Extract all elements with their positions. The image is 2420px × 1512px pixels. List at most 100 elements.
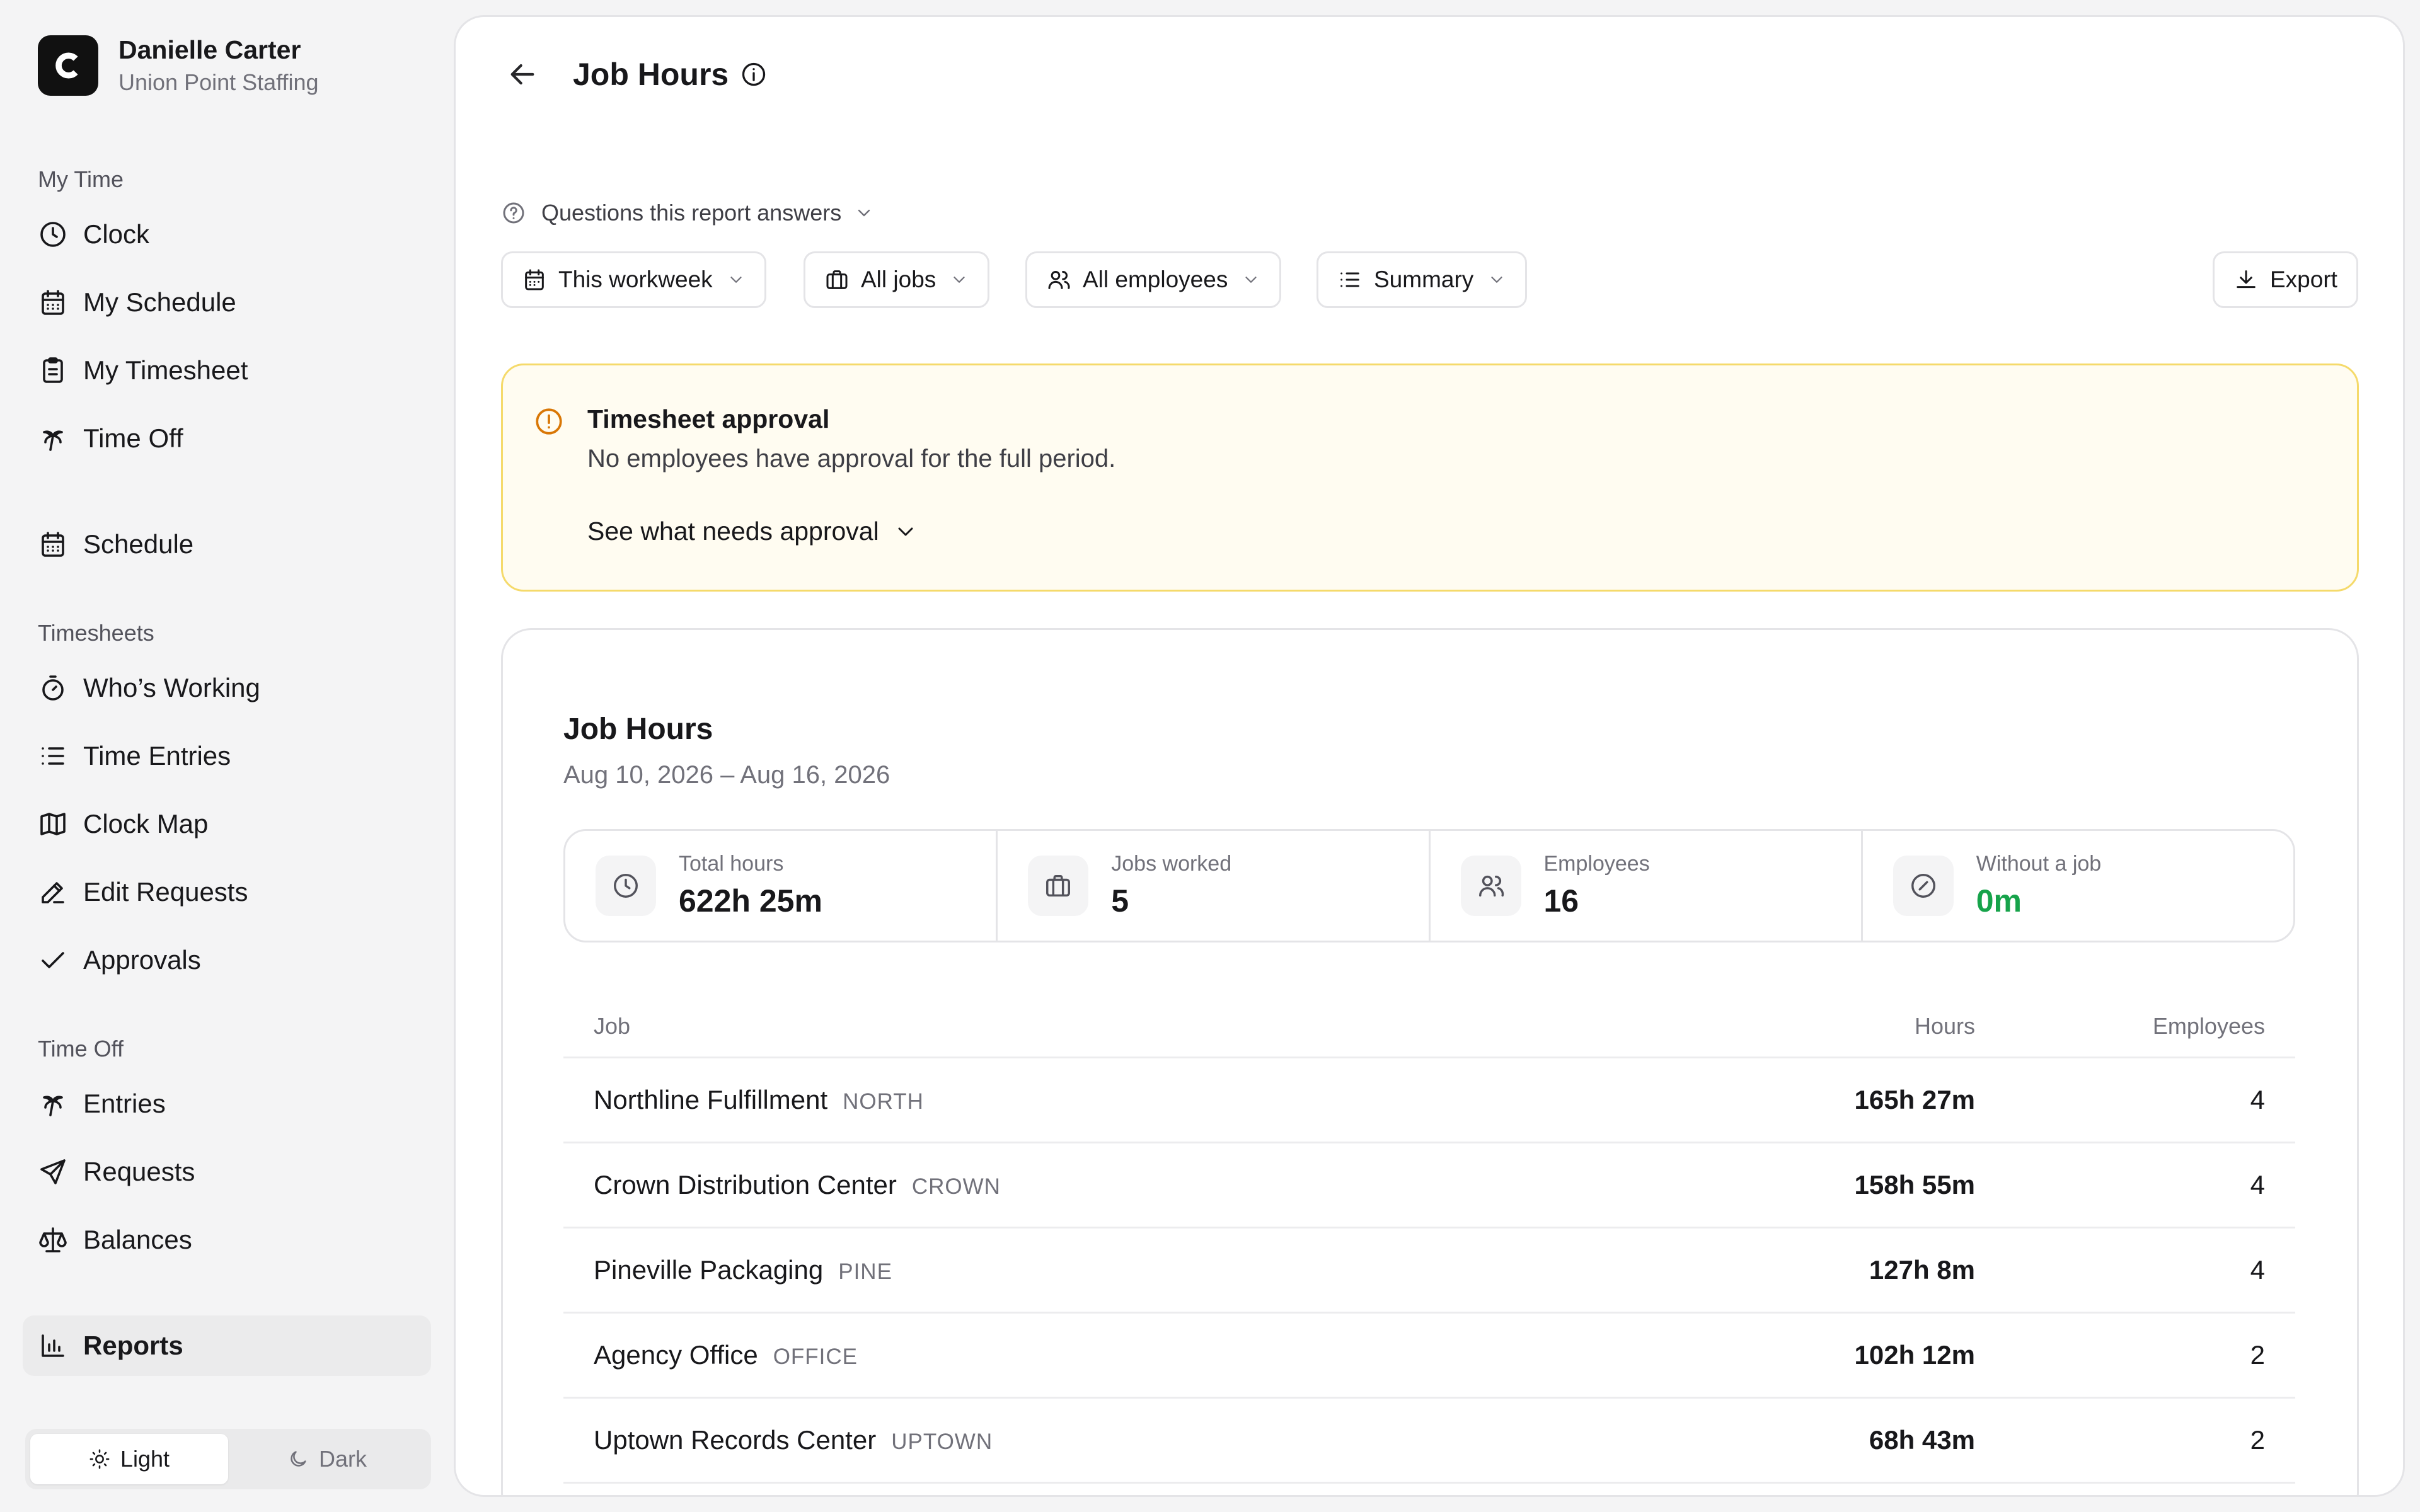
- theme-toggle: Light Dark: [25, 1429, 431, 1489]
- briefcase-icon: [826, 270, 848, 289]
- see-approval-toggle[interactable]: See what needs approval: [587, 517, 918, 546]
- approval-alert: Timesheet approval No employees have app…: [501, 364, 2359, 592]
- sidebar-item-my-schedule[interactable]: My Schedule: [23, 272, 431, 333]
- sidebar-item-edit-requests[interactable]: Edit Requests: [23, 862, 431, 922]
- moon-icon: [291, 1451, 306, 1467]
- section-label-time-off: Time Off: [38, 1036, 124, 1062]
- questions-toggle[interactable]: Questions this report answers: [501, 200, 874, 226]
- stat-label: Employees: [1543, 852, 1650, 876]
- table-header: Job Hours Employees: [563, 995, 2295, 1058]
- palm-tree-icon: [43, 1096, 63, 1116]
- stat-value: 0m: [1976, 883, 2022, 919]
- table-row[interactable]: Crown Distribution Center CROWN 158h 55m …: [563, 1143, 2295, 1228]
- job-employees: 2: [2250, 1425, 2265, 1455]
- sidebar-item-schedule[interactable]: Schedule: [23, 514, 431, 575]
- table-row[interactable]: Uptown Records Center UPTOWN 68h 43m 2: [563, 1399, 2295, 1484]
- job-employees: 2: [2250, 1340, 2265, 1370]
- chevron-down-icon: [858, 209, 870, 217]
- users-icon: [1048, 271, 1070, 289]
- alert-title: Timesheet approval: [587, 404, 830, 433]
- questions-label: Questions this report answers: [541, 200, 842, 226]
- job-code: UPTOWN: [891, 1429, 993, 1454]
- sidebar-item-entries[interactable]: Entries: [23, 1074, 431, 1134]
- sun-icon: [89, 1449, 110, 1469]
- stat-label: Jobs worked: [1111, 852, 1232, 876]
- export-button[interactable]: Export: [2213, 251, 2358, 308]
- column-header-hours[interactable]: Hours: [1622, 1013, 1975, 1040]
- stat-label: Total hours: [679, 852, 784, 876]
- sidebar-item-label: Clock Map: [83, 809, 209, 839]
- report-title: Job Hours: [563, 713, 713, 746]
- briefcase-icon: [1046, 874, 1071, 897]
- job-hours: 127h 8m: [1869, 1255, 1975, 1285]
- chevron-down-icon: [1245, 277, 1257, 283]
- profile-name: Danielle Carter: [118, 35, 301, 64]
- jobs-filter[interactable]: All jobs: [804, 251, 990, 308]
- sidebar-item-label: Requests: [83, 1157, 195, 1186]
- job-code: NORTH: [843, 1089, 924, 1114]
- list-icon: [1340, 272, 1359, 287]
- stat-value: 622h 25m: [679, 883, 822, 919]
- view-filter[interactable]: Summary: [1317, 251, 1528, 308]
- column-header-job[interactable]: Job: [563, 1013, 1622, 1040]
- job-hours: 165h 27m: [1854, 1085, 1975, 1114]
- sidebar-item-label: Time Off: [83, 423, 183, 453]
- sidebar-item-requests[interactable]: Requests: [23, 1142, 431, 1202]
- table-row[interactable]: Pineville Packaging PINE 127h 8m 4: [563, 1228, 2295, 1314]
- table-row[interactable]: Northline Fulfillment NORTH 165h 27m 4: [563, 1058, 2295, 1143]
- sidebar-item-balances[interactable]: Balances: [23, 1210, 431, 1270]
- stat-value: 5: [1111, 883, 1129, 919]
- sidebar-item-time-off[interactable]: Time Off: [23, 408, 431, 469]
- employees-filter[interactable]: All employees: [1025, 251, 1282, 308]
- table-row[interactable]: Agency Office OFFICE 102h 12m 2: [563, 1314, 2295, 1399]
- stat-jobs-worked: Jobs worked 5: [998, 831, 1431, 941]
- sidebar-item-label: Time Entries: [83, 741, 231, 770]
- see-approval-label: See what needs approval: [587, 517, 879, 546]
- jobs-filter-label: All jobs: [861, 266, 936, 292]
- info-icon[interactable]: [740, 60, 768, 88]
- sidebar-item-label: Who’s Working: [83, 673, 260, 702]
- sidebar-item-clock-map[interactable]: Clock Map: [23, 794, 431, 854]
- column-header-employees[interactable]: Employees: [1975, 1013, 2295, 1040]
- scale-icon: [39, 1227, 67, 1252]
- job-employees: 4: [2250, 1085, 2265, 1114]
- job-name: Northline Fulfillment: [594, 1085, 828, 1114]
- stat-without-job: Without a job 0m: [1863, 831, 2293, 941]
- profile[interactable]: Danielle Carter Union Point Staffing: [38, 34, 319, 97]
- calendar-icon: [42, 532, 64, 557]
- theme-dark-button[interactable]: Dark: [228, 1434, 426, 1484]
- chevron-down-icon: [730, 277, 742, 283]
- calendar-icon: [525, 269, 544, 290]
- back-arrow-icon[interactable]: [505, 57, 540, 92]
- job-name: Pineville Packaging: [594, 1255, 824, 1285]
- stats-row: Total hours 622h 25m Jobs worked 5 Emplo…: [563, 829, 2295, 942]
- sidebar-item-approvals[interactable]: Approvals: [23, 930, 431, 990]
- sidebar-item-label: Balances: [83, 1225, 192, 1254]
- report-card: Job Hours Aug 10, 2026 – Aug 16, 2026 To…: [501, 628, 2359, 1495]
- job-employees: 4: [2250, 1170, 2265, 1200]
- c-logo-icon: [55, 52, 78, 79]
- employees-filter-label: All employees: [1083, 266, 1228, 292]
- sidebar-item-reports[interactable]: Reports: [23, 1315, 431, 1376]
- job-hours: 68h 43m: [1869, 1425, 1975, 1455]
- pencil-icon: [42, 882, 64, 903]
- job-code: OFFICE: [773, 1344, 858, 1369]
- period-filter[interactable]: This workweek: [501, 251, 766, 308]
- theme-dark-label: Dark: [318, 1446, 367, 1472]
- job-hours: 158h 55m: [1854, 1170, 1975, 1200]
- export-button-label: Export: [2270, 266, 2337, 292]
- sidebar-item-whos-working[interactable]: Who’s Working: [23, 658, 431, 718]
- sidebar-item-clock[interactable]: Clock: [23, 204, 431, 265]
- sidebar-item-label: Edit Requests: [83, 877, 248, 907]
- sidebar-item-time-entries[interactable]: Time Entries: [23, 726, 431, 786]
- sidebar: Danielle Carter Union Point Staffing My …: [0, 0, 454, 1512]
- stat-employees: Employees 16: [1431, 831, 1863, 941]
- theme-light-button[interactable]: Light: [30, 1434, 228, 1484]
- sidebar-item-my-timesheet[interactable]: My Timesheet: [23, 340, 431, 401]
- section-label-my-time: My Time: [38, 166, 124, 192]
- profile-org: Union Point Staffing: [118, 69, 319, 95]
- download-icon: [2237, 270, 2256, 289]
- main-panel: Job Hours Questions this report answers …: [454, 15, 2405, 1497]
- page-header: Job Hours: [505, 56, 768, 93]
- list-icon: [42, 747, 64, 765]
